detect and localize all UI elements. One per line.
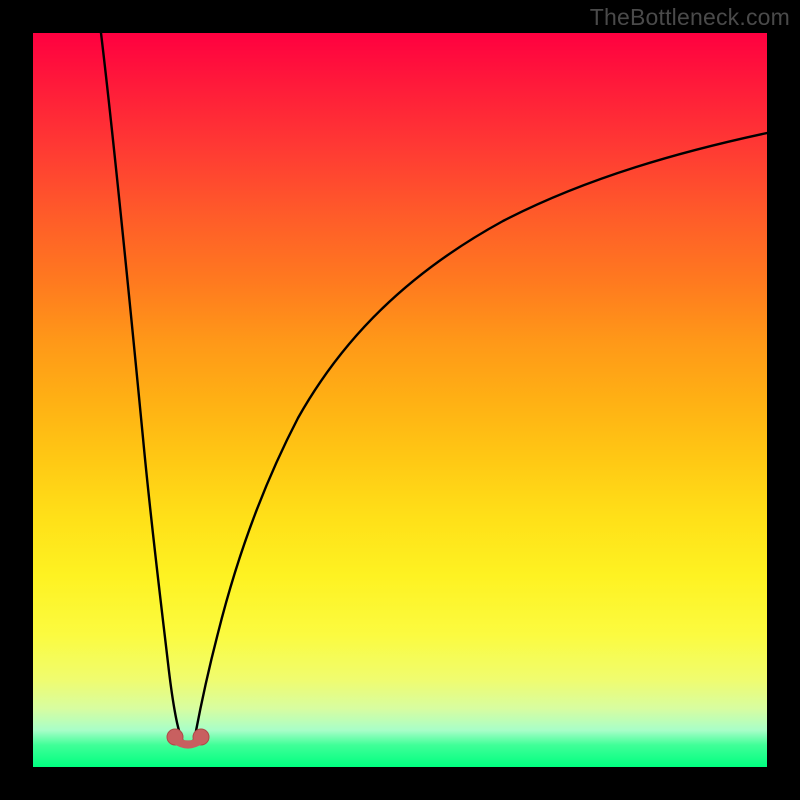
chart-frame: TheBottleneck.com [0, 0, 800, 800]
bottleneck-curve-svg [33, 33, 767, 767]
watermark-text: TheBottleneck.com [590, 4, 790, 31]
bottleneck-curve-path [101, 33, 767, 744]
min-connector [175, 740, 201, 745]
plot-area [33, 33, 767, 767]
